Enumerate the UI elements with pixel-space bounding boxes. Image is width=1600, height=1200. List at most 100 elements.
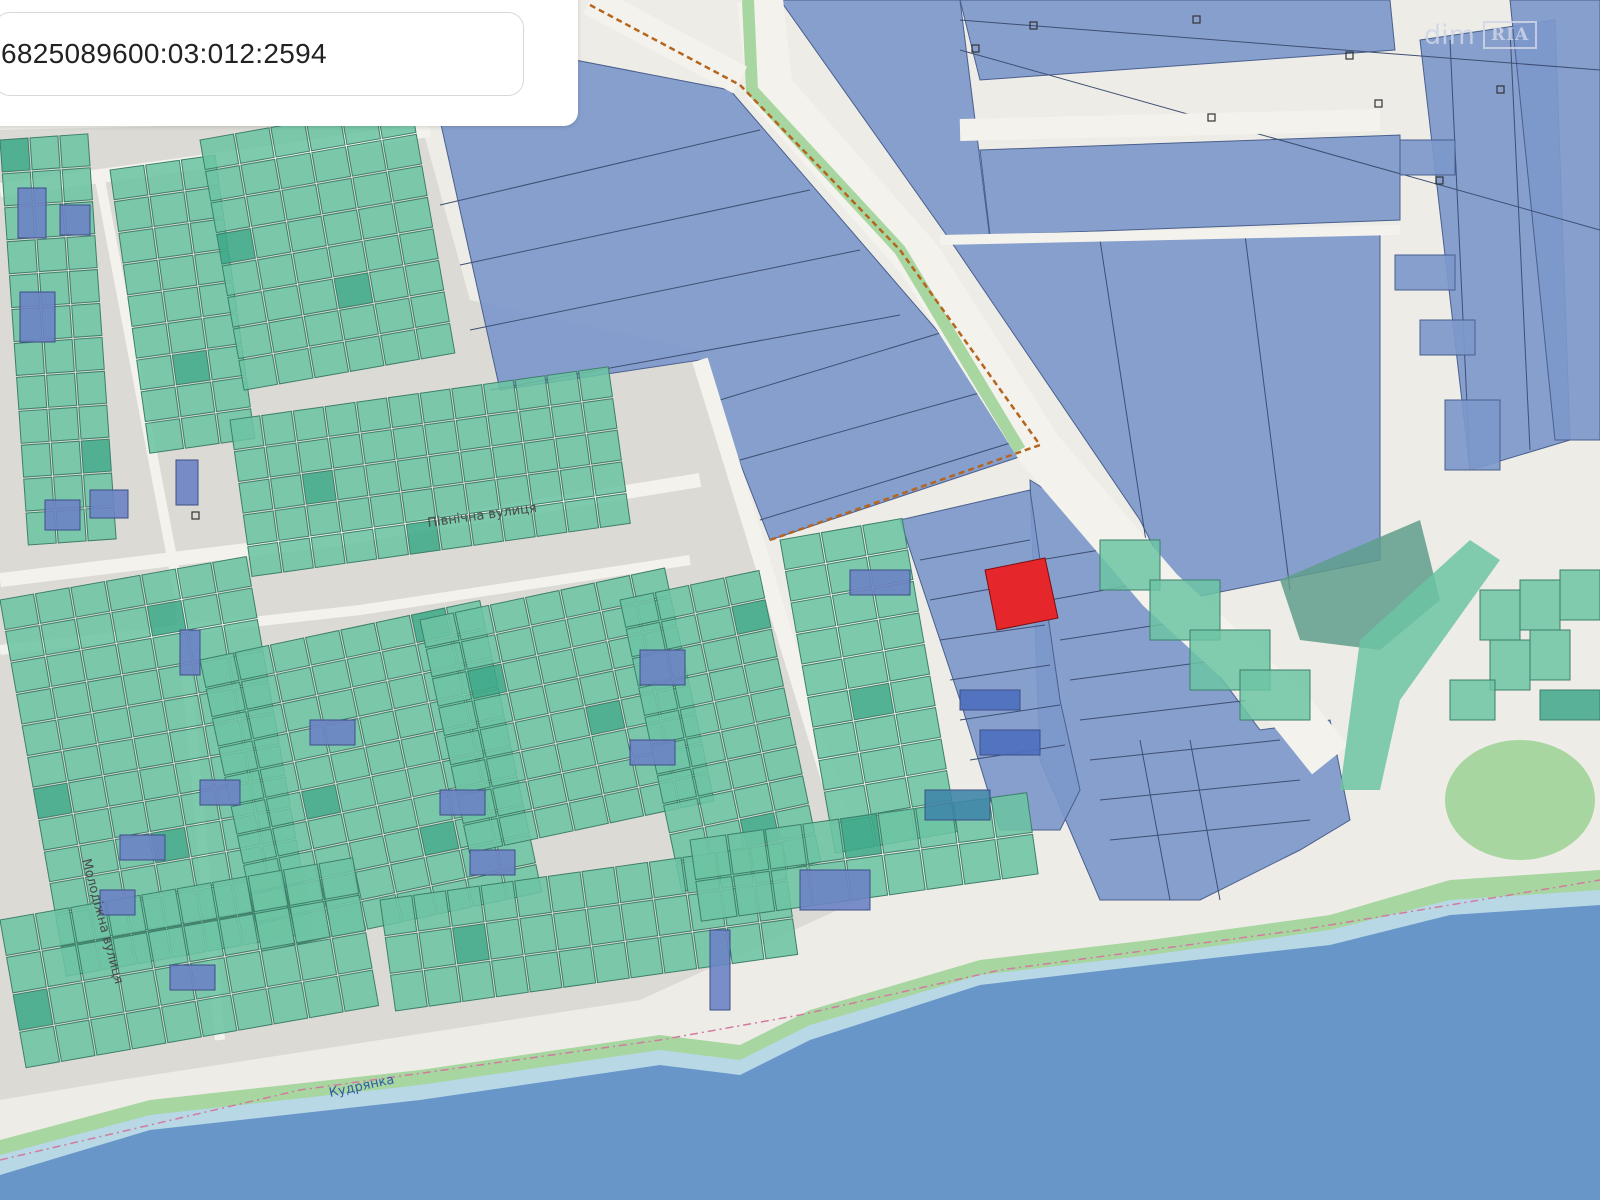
residential-parcel: [428, 451, 464, 487]
residential-parcel: [418, 927, 457, 970]
residential-parcel: [273, 347, 314, 385]
residential-parcel: [116, 637, 157, 675]
residential-parcel: [270, 121, 311, 158]
residential-parcel: [620, 899, 659, 941]
residential-parcel: [20, 442, 53, 478]
residential-parcel: [344, 335, 385, 372]
residential-parcel: [34, 587, 75, 624]
residential-parcel: [524, 951, 563, 993]
residential-parcel: [807, 690, 853, 728]
residential-parcel: [247, 869, 289, 913]
residential-parcel: [654, 894, 692, 936]
residential-parcel: [18, 408, 50, 444]
residential-parcel: [111, 606, 152, 643]
residential-parcel: [796, 627, 842, 665]
residential-parcel: [57, 713, 97, 750]
residential-parcel: [281, 184, 322, 221]
residential-parcel: [19, 1025, 61, 1069]
residential-parcel: [452, 923, 490, 965]
residential-parcel: [298, 278, 338, 316]
residential-parcel: [145, 159, 185, 196]
residential-parcel: [555, 434, 591, 470]
residential-parcel: [519, 913, 558, 955]
residential-parcel: [86, 675, 127, 713]
residential-parcel: [45, 650, 86, 687]
residential-parcel: [51, 681, 92, 719]
residential-parcel: [4, 625, 45, 662]
residential-parcel: [859, 745, 906, 784]
residential-parcel: [802, 818, 845, 865]
residential-parcel: [558, 946, 597, 988]
residential-parcel: [862, 517, 908, 556]
residential-parcel: [229, 415, 265, 451]
residential-parcel: [578, 366, 614, 402]
residential-parcel: [145, 418, 185, 454]
residential-parcel: [413, 890, 451, 932]
residential-parcel: [581, 866, 620, 908]
residential-parcel: [784, 563, 831, 602]
residential-parcel: [240, 158, 281, 196]
residential-parcel: [592, 941, 630, 984]
residential-parcel: [582, 397, 618, 433]
residential-parcel: [303, 310, 344, 347]
residential-parcel: [109, 801, 150, 839]
residential-parcel: [48, 406, 80, 442]
residential-parcel: [90, 1013, 132, 1056]
residential-parcel: [487, 411, 523, 447]
residential-parcel: [262, 284, 303, 322]
residential-parcel: [80, 438, 112, 474]
residential-parcel: [161, 1000, 202, 1044]
residential-parcel: [523, 438, 559, 474]
residential-parcel: [92, 707, 133, 744]
residential-parcel: [393, 196, 434, 234]
residential-parcel: [233, 446, 269, 482]
residential-parcel: [139, 763, 179, 801]
residential-parcel: [328, 433, 364, 469]
residential-parcel: [103, 770, 144, 807]
residential-parcel: [369, 492, 405, 528]
residential-parcel: [812, 721, 859, 760]
residential-parcel: [318, 857, 360, 900]
residential-parcel: [328, 240, 368, 278]
residential-parcel: [238, 354, 279, 391]
residential-parcel: [66, 235, 98, 271]
residential-parcel: [883, 849, 926, 896]
residential-parcel: [921, 844, 964, 891]
residential-parcel: [242, 510, 278, 546]
residential-parcel: [374, 524, 410, 560]
residential-parcel: [550, 402, 586, 438]
residential-parcel: [387, 165, 428, 202]
residential-parcel: [415, 322, 456, 360]
cadastral-number-field[interactable]: 6825089600:03:012:2594: [0, 12, 524, 96]
residential-parcel: [32, 782, 73, 820]
cadastral-map[interactable]: Північна вулиця Молодіжна вулиця Кудрянк…: [0, 0, 1600, 1200]
residential-parcel: [519, 406, 555, 442]
residential-parcel: [176, 381, 216, 418]
residential-parcel: [45, 372, 78, 408]
residential-parcel: [311, 146, 352, 183]
residential-parcel: [131, 323, 171, 359]
residential-parcel: [128, 700, 168, 738]
selected-parcel-marker[interactable]: [984, 557, 1059, 631]
residential-parcel: [547, 871, 586, 913]
residential-parcel: [169, 726, 209, 763]
residential-parcel: [559, 465, 595, 501]
residential-parcel: [306, 501, 342, 537]
residential-parcel: [360, 429, 396, 465]
residential-parcel: [147, 925, 189, 969]
residential-parcel: [546, 370, 582, 406]
residential-parcel: [958, 838, 1002, 885]
residential-parcel: [586, 904, 625, 946]
residential-parcel: [337, 496, 373, 532]
watermark-ria: RIA: [1482, 21, 1538, 49]
residential-parcel: [423, 965, 462, 1007]
residential-parcel: [141, 888, 183, 932]
residential-parcel: [6, 239, 38, 275]
residential-parcel: [296, 938, 338, 981]
residential-parcel: [726, 922, 765, 965]
residential-parcel: [727, 829, 770, 875]
residential-parcel: [13, 341, 45, 376]
residential-parcel: [183, 919, 225, 963]
residential-parcel: [254, 907, 296, 950]
residential-parcel: [182, 593, 223, 631]
